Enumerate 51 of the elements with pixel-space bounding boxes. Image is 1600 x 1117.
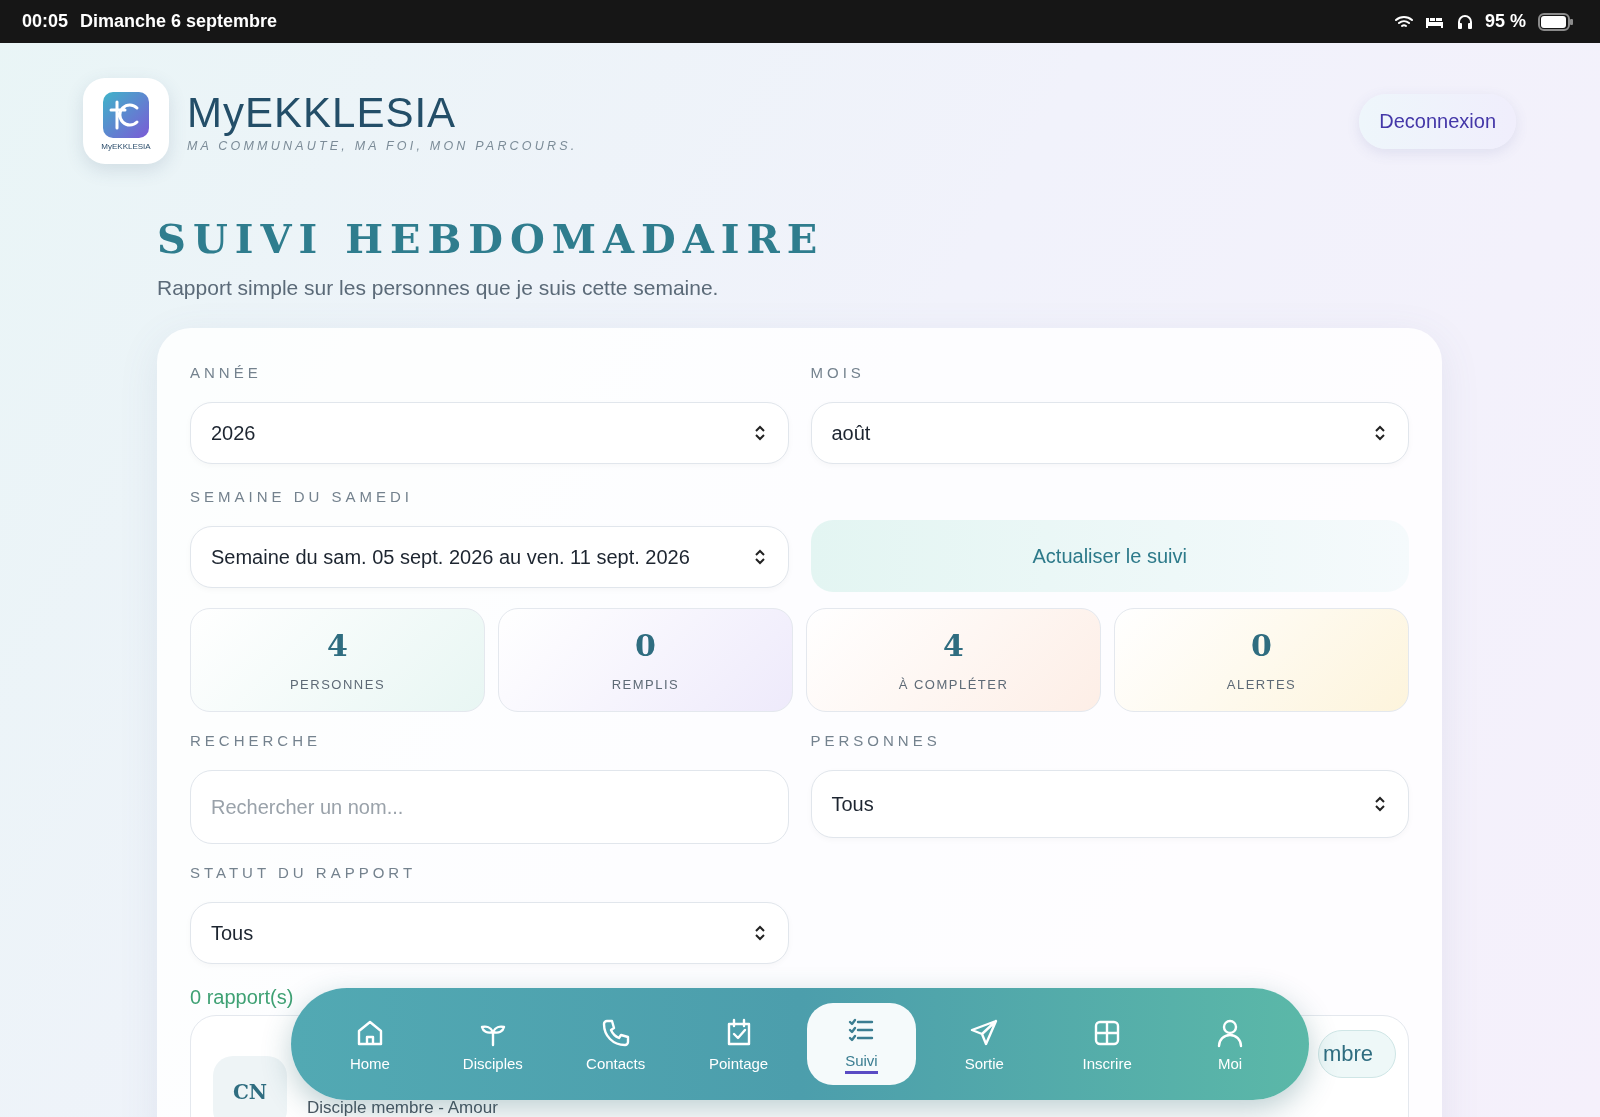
nav-tab[interactable]: Moi: [1175, 1003, 1285, 1085]
stat-label: PERSONNES: [289, 677, 386, 692]
month-select[interactable]: août: [810, 402, 1409, 464]
chevron-icon: [753, 424, 766, 442]
logout-button[interactable]: Deconnexion: [1359, 93, 1516, 149]
nav-tab[interactable]: Home: [315, 1003, 425, 1085]
logo-text: MyEKKLESIA: [101, 141, 151, 151]
battery-percent: 95 %: [1484, 11, 1526, 32]
field-label: STATUT DU RAPPORT: [190, 864, 418, 882]
stat-value: 0: [1251, 628, 1272, 663]
year-select[interactable]: 2026: [190, 402, 789, 464]
field-label: MOIS: [810, 364, 866, 382]
stat-label: ALERTES: [1226, 677, 1297, 692]
field-label: ANNÉE: [190, 364, 263, 382]
status-time: 00:05: [22, 11, 69, 32]
nav-tab[interactable]: Inscrire: [1052, 1003, 1163, 1085]
chevron-icon: [1374, 795, 1386, 813]
chevron-icon: [753, 548, 766, 566]
wifi-icon: [1394, 14, 1413, 29]
person-role: Disciple membre - Amour: [307, 1099, 498, 1116]
stat-value: 4: [327, 628, 348, 663]
nav-tab[interactable]: Disciples: [437, 1003, 548, 1085]
nav-tab[interactable]: Sortie: [929, 1003, 1040, 1085]
nav-tab[interactable]: Suivi: [806, 1003, 917, 1085]
page-subtitle: Rapport simple sur les personnes que je suis cette semaine.: [157, 276, 720, 300]
nav-tab[interactable]: Contacts: [560, 1003, 671, 1085]
refresh-button[interactable]: Actualiser le suivi: [810, 520, 1409, 592]
app-tagline: MA COMMUNAUTE, MA FOI, MON PARCOURS.: [187, 139, 578, 153]
logo-icon: [103, 91, 149, 138]
status-date: Dimanche 6 septembre: [80, 11, 278, 32]
field-label: PERSONNES: [810, 732, 942, 750]
field-label: SEMAINE DU SAMEDI: [190, 488, 415, 506]
initials-avatar: CN: [213, 1056, 287, 1117]
battery-icon: [1538, 12, 1574, 31]
stat-label: À COMPLÉTER: [898, 677, 1009, 692]
report-count: 0 rapport(s): [190, 986, 295, 1009]
member-button[interactable]: mbre: [1317, 1030, 1396, 1078]
nav-tab[interactable]: Pointage: [683, 1003, 794, 1085]
stat-label: REMPLIS: [611, 677, 680, 692]
chevron-icon: [753, 924, 766, 942]
status-select[interactable]: Tous: [190, 902, 789, 964]
persons-select[interactable]: Tous: [810, 770, 1409, 838]
stat-value: 4: [943, 628, 964, 663]
app-title: MyEKKLESIA: [187, 89, 458, 137]
stat-value: 0: [635, 628, 656, 663]
chevron-icon: [1374, 424, 1386, 442]
field-label: RECHERCHE: [190, 732, 322, 750]
search-field[interactable]: Rechercher un nom...: [190, 770, 789, 844]
week-select[interactable]: Semaine du sam. 05 sept. 2026 au ven. 11 sept. 2026: [190, 526, 789, 588]
headphones-icon: [1456, 13, 1473, 30]
page-title: SUIVI HEBDOMADAIRE: [157, 215, 826, 262]
